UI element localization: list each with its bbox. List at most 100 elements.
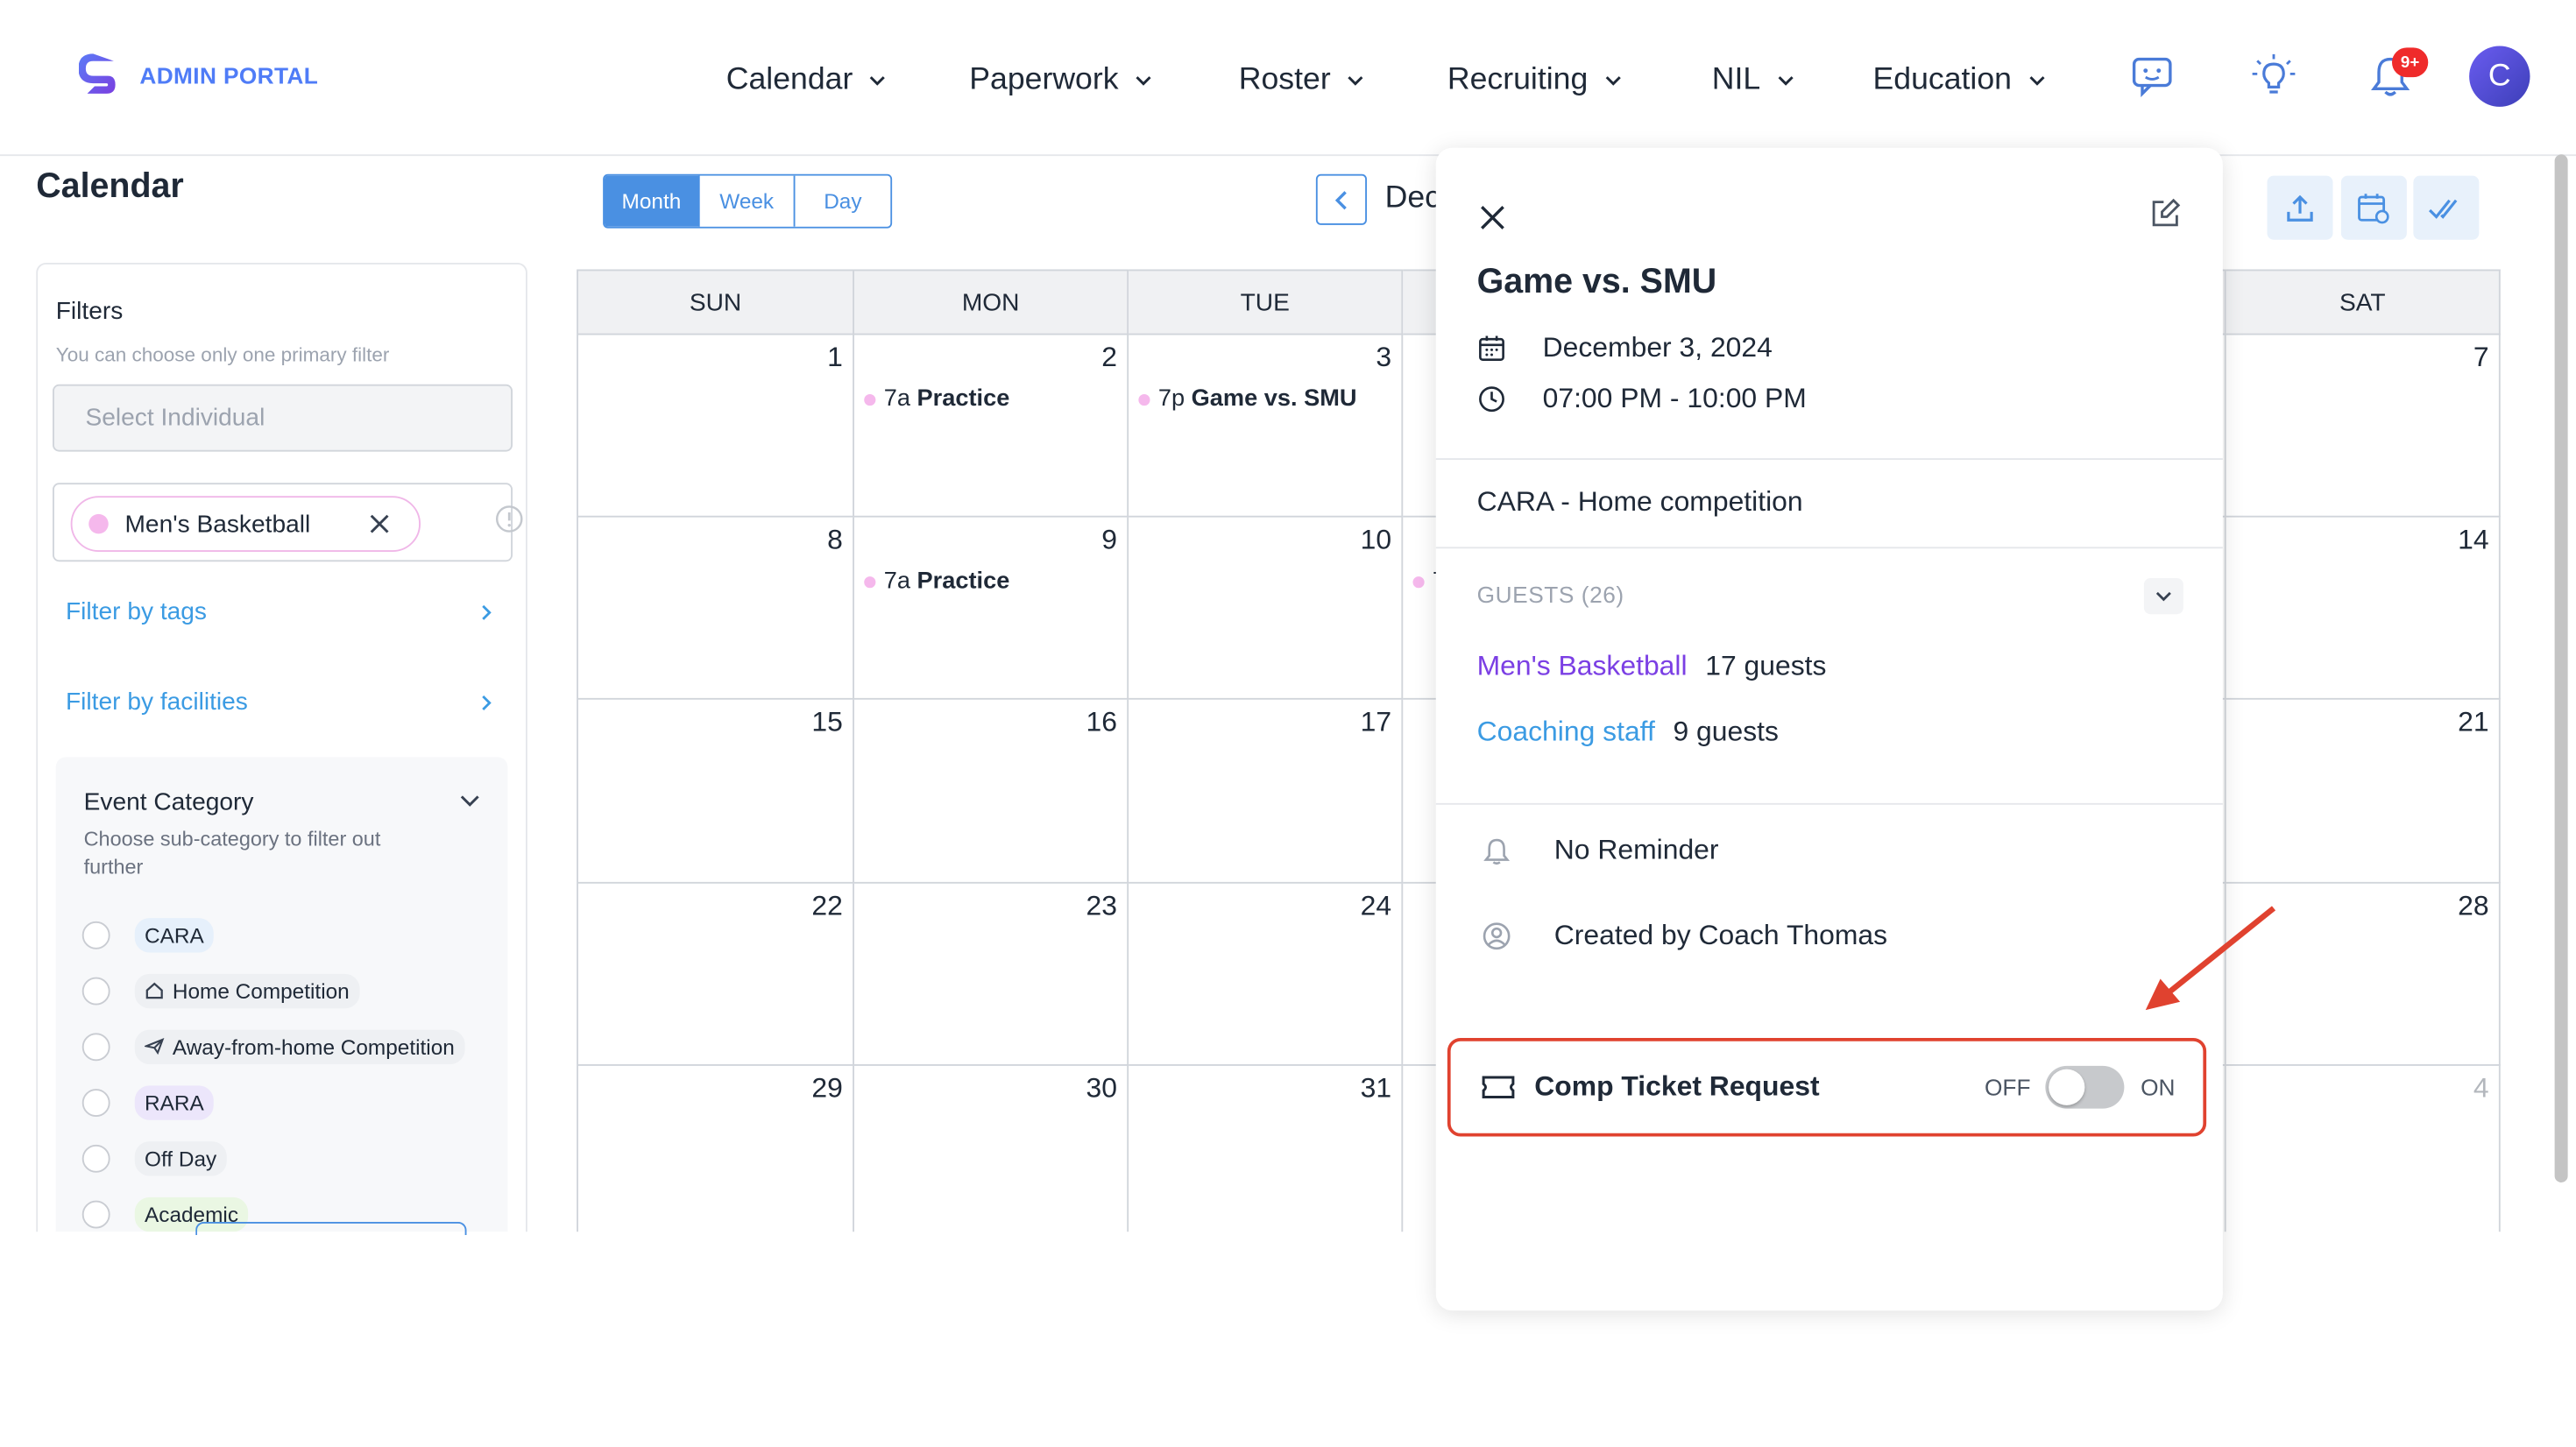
day-cell[interactable]: 14 [2226, 517, 2501, 700]
logo-text[interactable]: ADMIN PORTAL [139, 62, 318, 88]
close-icon[interactable] [1479, 204, 1507, 232]
day-number: 22 [811, 890, 843, 921]
view-month-button[interactable]: Month [605, 175, 700, 227]
chevron-down-icon[interactable] [456, 787, 483, 813]
dow-header: SUN [578, 269, 854, 335]
avatar[interactable]: C [2469, 46, 2530, 107]
nav-calendar-label: Calendar [725, 62, 853, 97]
reminder-text: No Reminder [1553, 834, 1719, 866]
day-cell[interactable]: 31 [1129, 1065, 1404, 1255]
event-title: Game vs. SMU [1476, 263, 1717, 301]
nav-calendar[interactable]: Calendar [726, 62, 889, 98]
chevron-down-icon [1348, 76, 1363, 86]
day-cell[interactable]: 16 [854, 699, 1129, 884]
day-cell[interactable]: 21 [2226, 699, 2501, 884]
mark-all-read-button[interactable] [2413, 175, 2480, 240]
guest-count: 9 guests [1673, 716, 1779, 748]
day-cell[interactable]: 23 [854, 883, 1129, 1066]
dow-header: SAT [2226, 269, 2501, 335]
category-label: CARA [145, 921, 204, 947]
event-color-dot [864, 393, 876, 406]
category-label: Off Day [145, 1145, 217, 1170]
filters-title: Filters [55, 297, 124, 326]
filter-chip[interactable]: Men's Basketball [70, 496, 421, 552]
app-logo-icon[interactable] [79, 53, 122, 99]
day-cell[interactable]: 8 [578, 517, 854, 700]
nav-education-label: Education [1872, 62, 2012, 97]
event-category-subtitle: Choose sub-category to filter out furthe… [83, 828, 381, 879]
nav-nil[interactable]: NIL [1712, 62, 1797, 98]
close-icon[interactable] [366, 511, 393, 537]
event-category-row: CARA - Home competition [1477, 486, 1803, 519]
chevron-down-icon [1777, 76, 1793, 86]
day-cell[interactable]: 30 [854, 1065, 1129, 1255]
category-tag: Home Competition [134, 972, 359, 1008]
double-check-icon [2428, 198, 2458, 218]
calendar-settings-icon [2358, 193, 2389, 223]
day-cell[interactable]: 9 7a Practice [854, 517, 1129, 700]
day-cell[interactable]: 3 7p Game vs. SMU [1129, 335, 1404, 518]
edit-icon[interactable] [2149, 197, 2183, 230]
category-option-rara[interactable]: RARA [81, 1083, 214, 1122]
ideas-button[interactable] [2247, 49, 2300, 102]
category-tag: Off Day [134, 1140, 227, 1175]
guests-expand-button[interactable] [2143, 578, 2183, 615]
day-cell[interactable]: 15 [578, 699, 854, 884]
category-option-off-day[interactable]: Off Day [81, 1138, 227, 1177]
day-cell[interactable]: 10 [1129, 517, 1404, 700]
radio-button[interactable] [81, 1143, 110, 1172]
category-tag: RARA [134, 1084, 214, 1119]
day-cell[interactable]: 29 [578, 1065, 854, 1255]
comp-ticket-toggle[interactable] [2045, 1065, 2125, 1109]
event-detail-popover: Game vs. SMU December 3, 2024 07:00 PM -… [1435, 147, 2223, 1311]
popover-arrow [1416, 382, 1436, 420]
radio-button[interactable] [81, 976, 110, 1005]
day-cell[interactable]: 7 [2226, 335, 2501, 518]
radio-button[interactable] [81, 1032, 110, 1061]
radio-button[interactable] [81, 1088, 110, 1117]
category-option-home-competition[interactable]: Home Competition [81, 971, 359, 1010]
day-number: 15 [811, 706, 843, 738]
filter-by-facilities-link[interactable]: Filter by facilities [66, 688, 496, 716]
day-cell[interactable]: 4 [2226, 1065, 2501, 1255]
radio-button[interactable] [81, 1199, 110, 1228]
nav-roster[interactable]: Roster [1239, 62, 1367, 98]
select-individual-dropdown[interactable]: Select Individual [53, 384, 513, 452]
event-date: December 3, 2024 [1542, 331, 1773, 364]
sidebar-footer-button[interactable] [195, 1222, 467, 1235]
page-scrollbar[interactable] [2554, 154, 2568, 1182]
reminder-row: No Reminder [1477, 835, 1719, 868]
plane-icon [145, 1038, 165, 1055]
user-circle-icon [1483, 922, 1511, 950]
day-number: 17 [1360, 706, 1392, 738]
day-cell[interactable]: 24 [1129, 883, 1404, 1066]
guest-group-link[interactable]: Coaching staff [1477, 716, 1655, 750]
view-week-button[interactable]: Week [699, 175, 796, 227]
day-cell[interactable]: 22 [578, 883, 854, 1066]
day-cell[interactable]: 2 7a Practice [854, 335, 1129, 518]
nav-paperwork[interactable]: Paperwork [969, 62, 1155, 98]
guest-count: 17 guests [1705, 650, 1827, 682]
day-number: 9 [1101, 524, 1117, 555]
nav-education[interactable]: Education [1873, 62, 2049, 98]
guest-group-link[interactable]: Men's Basketball [1477, 651, 1688, 684]
export-button[interactable] [2267, 175, 2333, 240]
calendar-event[interactable]: 7a Practice [864, 568, 1009, 595]
nav-recruiting[interactable]: Recruiting [1447, 62, 1624, 98]
filter-by-tags-link[interactable]: Filter by tags [66, 598, 496, 625]
prev-month-button[interactable] [1315, 173, 1367, 225]
calendar-event[interactable]: 7a Practice [864, 386, 1009, 413]
calendar-settings-button[interactable] [2340, 175, 2407, 240]
day-cell[interactable]: 1 [578, 335, 854, 518]
calendar-event[interactable]: 7p Game vs. SMU [1138, 386, 1357, 413]
event-category-panel: Event Category Choose sub-category to fi… [55, 757, 508, 1250]
day-cell[interactable]: 17 [1129, 699, 1404, 884]
category-option-cara[interactable]: CARA [81, 914, 214, 954]
category-option-away-competition[interactable]: Away-from-home Competition [81, 1027, 465, 1066]
info-icon[interactable] [494, 505, 524, 534]
radio-button[interactable] [81, 920, 110, 949]
view-day-button[interactable]: Day [795, 175, 891, 227]
event-date-row: December 3, 2024 [1477, 332, 1773, 365]
clock-icon [1479, 386, 1504, 413]
chat-button[interactable] [2126, 49, 2178, 102]
